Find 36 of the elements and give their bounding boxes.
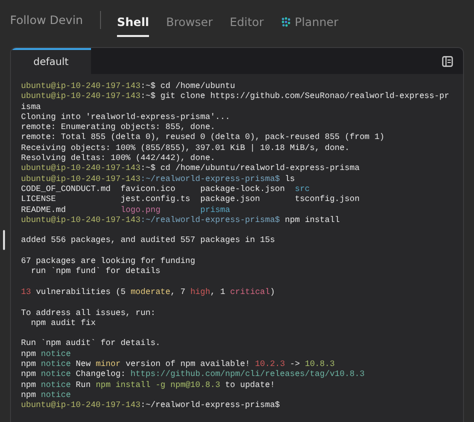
terminal-line: remote: Total 855 (delta 0), reused 0 (delta 0), pack-reused 855 (from 1) (21, 133, 386, 144)
terminal-line: 13 vulnerabilities (5 moderate, 7 high, 1 critical) (21, 288, 276, 298)
resize-handle[interactable] (3, 230, 5, 250)
terminal-line: README.md logo.png prisma (21, 206, 232, 216)
terminal-line: npm audit fix (30, 318, 97, 330)
terminal-line: CODE_OF_CONDUCT.md favicon.ico package-lock.json src (21, 184, 311, 195)
terminal-line: Run `npm audit` for details. (21, 339, 162, 350)
terminal-line: added 556 packages, and audited 557 packages in 15s (21, 236, 276, 247)
terminal-line: To address all issues, run: (21, 308, 156, 319)
terminal-line: npm notice New minor version of npm available! 10.2.3 -> 10.8.3 (21, 360, 336, 370)
terminal-line: isma (21, 102, 42, 113)
terminal-tab[interactable]: default (11, 48, 91, 74)
terminal-line: ubuntu@ip-10-240-197-143:~/realworld-express-prisma$ npm install (21, 216, 341, 226)
terminal-line: npm notice (21, 390, 72, 401)
view-tab[interactable]: Editor (230, 9, 264, 37)
terminal-line: npm notice Run npm install -g npm@10.8.3 to update! (21, 380, 276, 391)
terminal-line: Cloning into 'realworld-express-prisma'... (21, 112, 232, 123)
terminal-line: Receiving objects: 100% (855/855), 397.01 KiB | 10.18 MiB/s, done. (21, 144, 351, 154)
panel-layout-icon[interactable] (442, 56, 453, 66)
terminal-line: remote: Enumerating objects: 855, done. (21, 123, 216, 133)
terminal-line: run `npm fund` for details (30, 267, 162, 278)
terminal-line: npm notice Changelog: https://github.com/npm/cli/releases/tag/v10.8.3 (21, 370, 366, 381)
dot-grid-icon (280, 17, 291, 27)
terminal-line: 67 packages are looking for funding (21, 257, 196, 267)
terminal-line: npm notice (21, 350, 72, 360)
terminal-line: ubuntu@ip-10-240-197-143:~$ cd /home/ubuntu/realworld-express-prisma (21, 164, 361, 175)
terminal-line: ubuntu@ip-10-240-197-143:~/realworld-express-prisma$ (21, 401, 281, 412)
terminal-line: ubuntu@ip-10-240-197-143:~/realworld-express-prisma$ ls (21, 174, 296, 185)
view-tab[interactable]: Browser (166, 9, 213, 37)
view-tab[interactable]: Planner (280, 9, 338, 37)
view-tab[interactable]: Shell (116, 9, 150, 37)
terminal-line: LICENSE jest.config.ts package.json tsconfig.json (21, 195, 361, 206)
terminal-line: Resolving deltas: 100% (442/442), done. (21, 154, 216, 164)
terminal-line: ubuntu@ip-10-240-197-143:~$ cd /home/ubuntu (21, 82, 236, 92)
follow-devin-label[interactable]: Follow Devin (10, 13, 83, 27)
terminal-line: ubuntu@ip-10-240-197-143:~$ git clone https://github.com/SeuRonao/realworld-express-pr (21, 92, 450, 103)
